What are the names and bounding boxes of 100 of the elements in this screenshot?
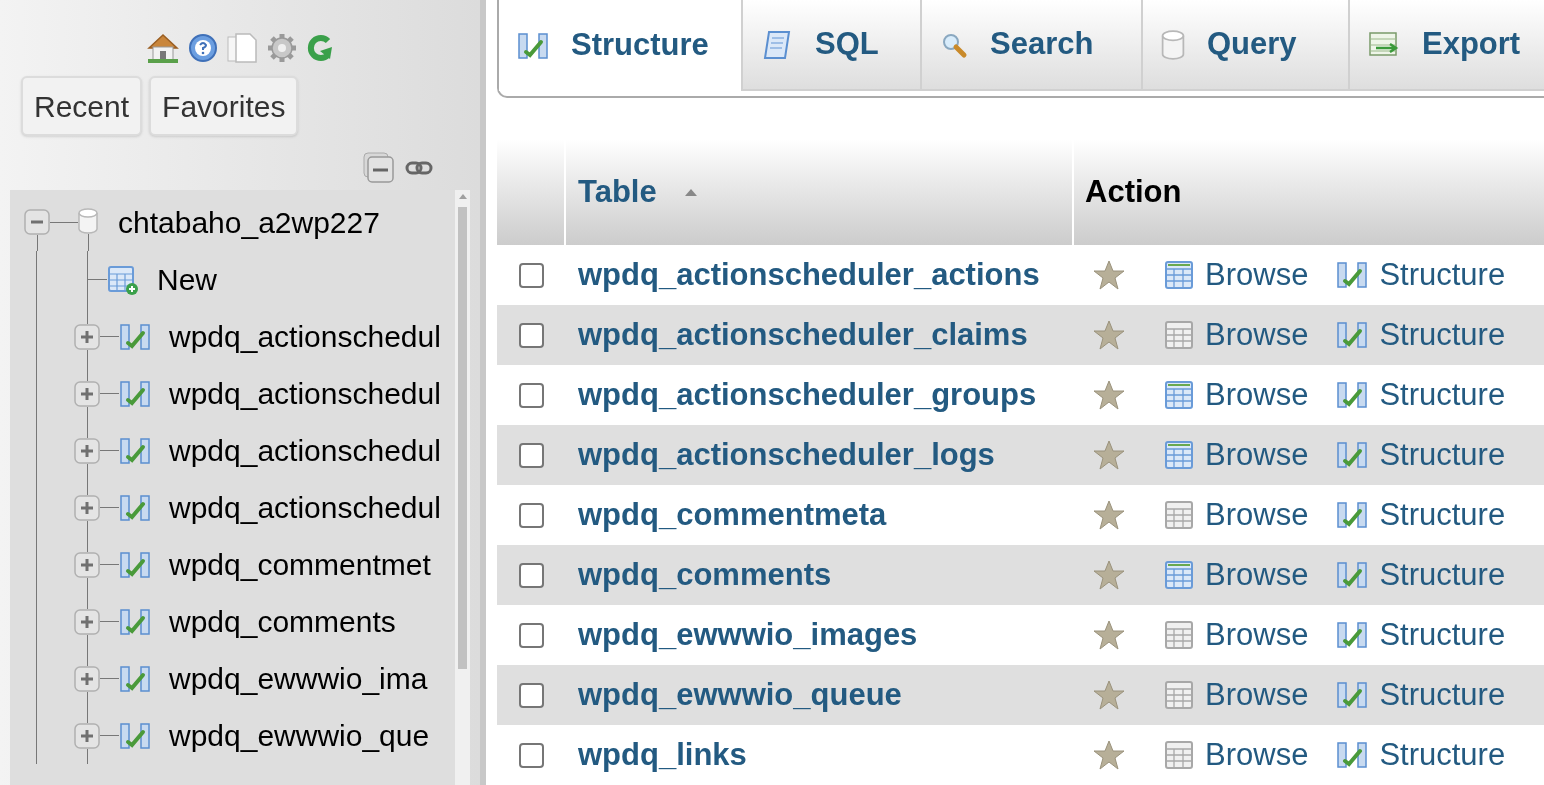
expand-icon[interactable] [74,380,100,407]
table-link[interactable]: wpdq_actionschedul [169,371,441,416]
table-name-link[interactable]: wpdq_actionscheduler_logs [578,436,995,472]
browse-link[interactable]: Browse [1165,431,1309,479]
table-name-link[interactable]: wpdq_actionscheduler_actions [578,256,1040,292]
home-icon[interactable] [146,31,180,64]
table-structure-icon [1336,439,1369,471]
expand-icon[interactable] [74,551,100,578]
table-structure-icon [1336,259,1369,291]
structure-link[interactable]: Structure [1336,671,1506,719]
browse-link[interactable]: Browse [1165,371,1309,419]
table-link[interactable]: wpdq_actionschedul [169,428,441,473]
expand-icon[interactable] [74,437,100,464]
tab[interactable]: Structure [499,0,743,91]
expand-icon[interactable] [74,494,100,521]
table-link[interactable]: wpdq_ewwwio_que [169,713,430,758]
table-grid-icon[interactable] [1165,561,1193,589]
tab[interactable]: SQL [743,0,922,91]
new-table-link[interactable]: New [157,257,217,302]
settings-icon[interactable] [266,31,298,64]
star-icon[interactable] [1093,499,1125,531]
table-name-link[interactable]: wpdq_comments [578,556,832,592]
star-icon[interactable] [1093,739,1125,771]
checkbox[interactable] [519,262,544,288]
structure-link[interactable]: Structure [1336,551,1506,599]
column-header: Action [1084,172,1182,211]
table-link[interactable]: wpdq_actionschedul [169,485,441,530]
sort-arrow-icon[interactable] [684,188,697,196]
table-grid-icon[interactable] [1165,681,1193,709]
table-grid-icon[interactable] [1165,261,1193,289]
star-icon[interactable] [1093,319,1125,351]
table-structure-icon [1336,319,1369,351]
scrollbar[interactable] [455,190,470,785]
structure-link[interactable]: Structure [1336,311,1506,359]
table-link[interactable]: wpdq_commentmet [169,542,431,587]
browse-link[interactable]: Browse [1165,491,1309,539]
table-name-link[interactable]: wpdq_ewwwio_queue [578,676,902,712]
expand-icon[interactable] [74,323,100,350]
checkbox[interactable] [519,442,544,468]
database-name[interactable]: chtabaho_a2wp227 [118,200,380,245]
structure-link[interactable]: Structure [1336,491,1506,539]
checkbox[interactable] [519,382,544,408]
structure-link[interactable]: Structure [1336,731,1506,779]
table-grid-icon[interactable] [1165,381,1193,409]
star-icon[interactable] [1093,259,1125,291]
tab[interactable]: Search [922,0,1143,91]
table-structure-icon [1336,739,1369,771]
table-name-link[interactable]: wpdq_actionscheduler_claims [578,316,1028,352]
browse-link[interactable]: Browse [1165,611,1309,659]
browse-link[interactable]: Browse [1165,311,1309,359]
reload-icon[interactable] [306,32,334,63]
checkbox[interactable] [519,742,544,768]
document-icon[interactable] [226,31,258,64]
table-structure-icon [1336,559,1369,591]
structure-link[interactable]: Structure [1336,251,1506,299]
help-icon[interactable] [188,32,218,63]
tab[interactable]: Query [1143,0,1350,91]
link-icon[interactable] [405,159,433,176]
structure-link[interactable]: Structure [1336,611,1506,659]
browse-link[interactable]: Browse [1165,251,1309,299]
star-icon[interactable] [1093,379,1125,411]
structure-link[interactable]: Structure [1336,431,1506,479]
table-grid-icon[interactable] [1165,621,1193,649]
table-name-link[interactable]: wpdq_actionscheduler_groups [578,376,1037,412]
nav-tab[interactable]: Favorites [149,76,299,136]
checkbox[interactable] [519,502,544,528]
checkbox[interactable] [519,682,544,708]
expand-icon[interactable] [74,665,100,692]
table-structure-icon [1336,379,1369,411]
table-grid-icon[interactable] [1165,321,1193,349]
table-link[interactable]: wpdq_ewwwio_ima [169,656,428,701]
table-grid-icon[interactable] [1165,501,1193,529]
browse-link[interactable]: Browse [1165,731,1309,779]
new-table-icon[interactable] [107,263,139,296]
nav-tab[interactable]: Recent [21,76,143,136]
collapse-all-icon[interactable] [363,151,395,184]
expand-icon[interactable] [74,608,100,635]
star-icon[interactable] [1093,439,1125,471]
table-grid-icon[interactable] [1165,741,1193,769]
database-icon [1161,29,1185,60]
checkbox[interactable] [519,622,544,648]
table-name-link[interactable]: wpdq_ewwwio_images [578,616,918,652]
table-name-link[interactable]: wpdq_links [578,736,747,772]
table-grid-icon[interactable] [1165,441,1193,469]
table-structure-icon [1336,619,1369,651]
star-icon[interactable] [1093,619,1125,651]
table-link[interactable]: wpdq_comments [169,599,396,644]
structure-link[interactable]: Structure [1336,371,1506,419]
star-icon[interactable] [1093,559,1125,591]
browse-link[interactable]: Browse [1165,671,1309,719]
scroll-icon [761,28,793,61]
checkbox[interactable] [519,322,544,348]
table-link[interactable]: wpdq_actionschedul [169,314,441,359]
table-name-link[interactable]: wpdq_commentmeta [578,496,887,532]
star-icon[interactable] [1093,679,1125,711]
browse-link[interactable]: Browse [1165,551,1309,599]
checkbox[interactable] [519,562,544,588]
database-icon [78,208,98,234]
collapse-icon[interactable] [24,209,50,235]
expand-icon[interactable] [74,722,100,749]
